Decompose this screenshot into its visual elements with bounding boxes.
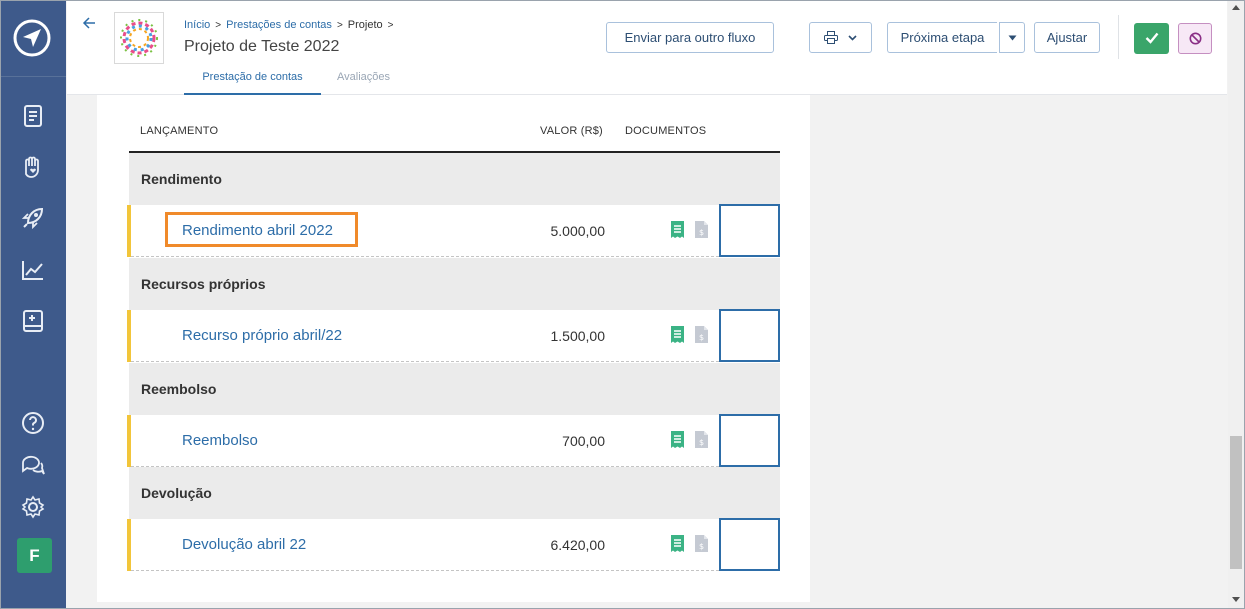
ban-icon — [1189, 32, 1202, 45]
tab-prestacao-de-contas[interactable]: Prestação de contas — [184, 65, 321, 95]
svg-text:$: $ — [699, 542, 704, 551]
breadcrumb: Início > Prestações de contas > Projeto > — [184, 19, 398, 31]
caret-down-icon — [1008, 35, 1017, 41]
table-row: Recurso próprio abril/22 1.500,00 $ — [127, 309, 780, 362]
entry-value: 5.000,00 — [550, 223, 606, 239]
app-window: F Início > Prestações de contas > Projeto > P… — [0, 0, 1245, 609]
breadcrumb-accounts-link[interactable]: Prestações de contas — [226, 19, 332, 31]
book-icon[interactable] — [20, 308, 46, 334]
print-button[interactable] — [809, 22, 872, 53]
svg-text:$: $ — [699, 438, 704, 447]
chart-line-icon[interactable] — [20, 257, 46, 283]
entry-link[interactable]: Reembolso — [182, 432, 258, 449]
reject-button[interactable] — [1178, 23, 1212, 54]
tab-avaliacoes[interactable]: Avaliações — [326, 65, 401, 93]
sidebar: F — [1, 1, 66, 608]
table-row: Reembolso 700,00 $ — [127, 414, 780, 467]
chevron-right-icon: > — [336, 20, 343, 31]
row-select-box[interactable] — [719, 309, 780, 362]
send-to-flow-button[interactable]: Enviar para outro fluxo — [606, 22, 774, 53]
help-icon[interactable] — [20, 410, 46, 436]
row-divider — [131, 361, 719, 362]
invoice-file-icon[interactable]: $ — [694, 430, 709, 449]
entry-value: 6.420,00 — [550, 537, 606, 553]
group-label: Reembolso — [141, 381, 217, 397]
entry-link[interactable]: Recurso próprio abril/22 — [182, 327, 342, 344]
page-title: Projeto de Teste 2022 — [184, 38, 340, 55]
chevron-right-icon: > — [387, 20, 394, 31]
group-row: Reembolso — [129, 363, 780, 415]
printer-icon — [824, 31, 838, 44]
table-row: Devolução abril 22 6.420,00 $ — [127, 518, 780, 571]
logo-send-icon[interactable] — [12, 18, 52, 58]
invoice-file-icon[interactable]: $ — [694, 534, 709, 553]
gear-icon[interactable] — [20, 494, 46, 520]
scrollbar-thumb[interactable] — [1230, 436, 1242, 569]
chat-icon[interactable] — [20, 452, 46, 478]
chevron-down-icon — [848, 35, 857, 41]
entry-value: 1.500,00 — [550, 328, 606, 344]
rocket-icon[interactable] — [20, 205, 46, 231]
header-divider — [1118, 15, 1119, 59]
svg-text:$: $ — [699, 333, 704, 342]
column-header-lancamento: LANÇAMENTO — [140, 125, 219, 137]
column-header-documentos: DOCUMENTOS — [625, 125, 707, 137]
scroll-down-arrow-icon[interactable] — [1232, 597, 1240, 602]
row-accent-bar — [127, 205, 131, 257]
group-label: Rendimento — [141, 171, 222, 187]
row-accent-bar — [127, 415, 131, 467]
receipt-icon[interactable] — [670, 534, 685, 553]
row-select-box[interactable] — [719, 414, 780, 467]
breadcrumb-current: Projeto — [347, 19, 383, 31]
invoice-file-icon[interactable]: $ — [694, 220, 709, 239]
receipt-icon[interactable] — [670, 220, 685, 239]
sidebar-divider — [1, 76, 66, 77]
chevron-right-icon: > — [215, 20, 222, 31]
next-step-button[interactable]: Próxima etapa — [887, 22, 997, 53]
receipt-icon[interactable] — [670, 430, 685, 449]
group-label: Recursos próprios — [141, 276, 266, 292]
entry-value: 700,00 — [562, 433, 605, 449]
avatar[interactable]: F — [17, 538, 52, 573]
row-select-box[interactable] — [719, 518, 780, 571]
group-label: Devolução — [141, 485, 212, 501]
breadcrumb-home-link[interactable]: Início — [184, 19, 210, 31]
row-accent-bar — [127, 310, 131, 362]
receipt-icon[interactable] — [670, 325, 685, 344]
group-row: Devolução — [129, 467, 780, 519]
row-select-box[interactable] — [719, 204, 780, 257]
highlight-box — [165, 212, 358, 247]
scroll-up-arrow-icon[interactable] — [1232, 5, 1240, 10]
group-row: Rendimento — [129, 153, 780, 205]
column-header-valor: VALOR (R$) — [540, 125, 603, 137]
check-icon — [1145, 32, 1159, 44]
next-step-dropdown-button[interactable] — [999, 22, 1025, 53]
project-logo — [114, 12, 164, 64]
entry-link[interactable]: Devolução abril 22 — [182, 536, 306, 553]
invoice-file-icon[interactable]: $ — [694, 325, 709, 344]
row-divider — [131, 570, 719, 571]
document-icon[interactable] — [20, 103, 46, 129]
page-header: Início > Prestações de contas > Projeto > Pro… — [67, 1, 1227, 95]
back-arrow-icon[interactable] — [81, 15, 97, 31]
svg-text:$: $ — [699, 228, 704, 237]
approve-button[interactable] — [1134, 23, 1169, 54]
group-row: Recursos próprios — [129, 258, 780, 310]
row-divider — [131, 256, 719, 257]
row-accent-bar — [127, 519, 131, 571]
hand-heart-icon[interactable] — [20, 154, 46, 180]
adjust-button[interactable]: Ajustar — [1034, 22, 1100, 53]
